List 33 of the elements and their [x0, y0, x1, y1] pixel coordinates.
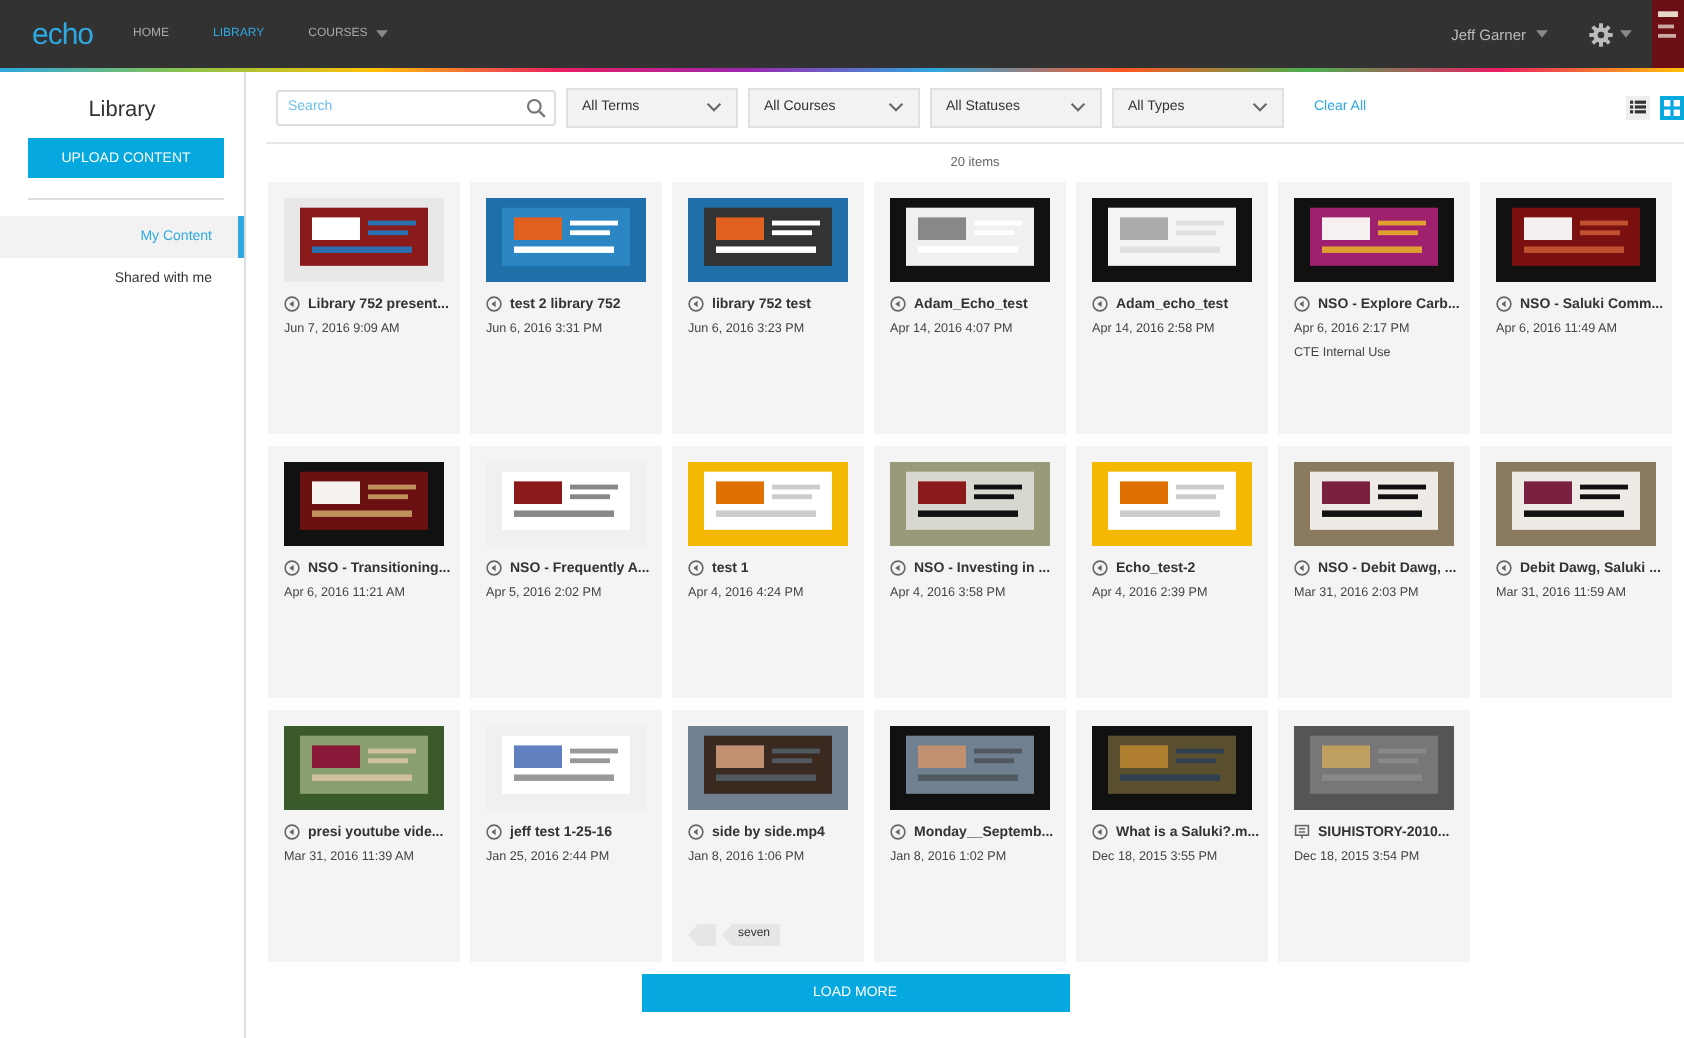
play-icon — [890, 824, 906, 840]
play-icon — [1092, 824, 1108, 840]
play-icon — [1092, 296, 1108, 312]
play-icon — [1092, 560, 1108, 576]
presentation-icon — [1294, 824, 1310, 840]
play-icon — [486, 296, 502, 312]
play-icon — [1496, 560, 1512, 576]
play-icon — [486, 824, 502, 840]
play-icon — [890, 296, 906, 312]
play-icon — [284, 296, 300, 312]
play-icon — [890, 560, 906, 576]
play-icon — [1294, 296, 1310, 312]
play-icon — [1294, 560, 1310, 576]
list-view-button[interactable] — [1626, 95, 1650, 119]
play-icon — [1496, 296, 1512, 312]
play-icon — [688, 560, 704, 576]
echo-logo[interactable]: echo — [32, 17, 94, 51]
settings-icon[interactable] — [1588, 21, 1614, 47]
play-icon — [688, 296, 704, 312]
chevron-icon — [1252, 102, 1268, 112]
play-icon — [486, 560, 502, 576]
play-icon — [284, 560, 300, 576]
play-icon — [284, 824, 300, 840]
play-icon — [688, 824, 704, 840]
caret-icon — [1536, 30, 1548, 38]
search-icon — [526, 97, 546, 117]
grid-view-button[interactable] — [1660, 95, 1684, 119]
sidebar-title: Library — [86, 98, 158, 122]
caret-icon — [1620, 30, 1632, 38]
chevron-icon — [1070, 102, 1086, 112]
chevron-icon — [706, 102, 722, 112]
chevron-icon — [888, 102, 904, 112]
caret-icon — [375, 30, 388, 38]
